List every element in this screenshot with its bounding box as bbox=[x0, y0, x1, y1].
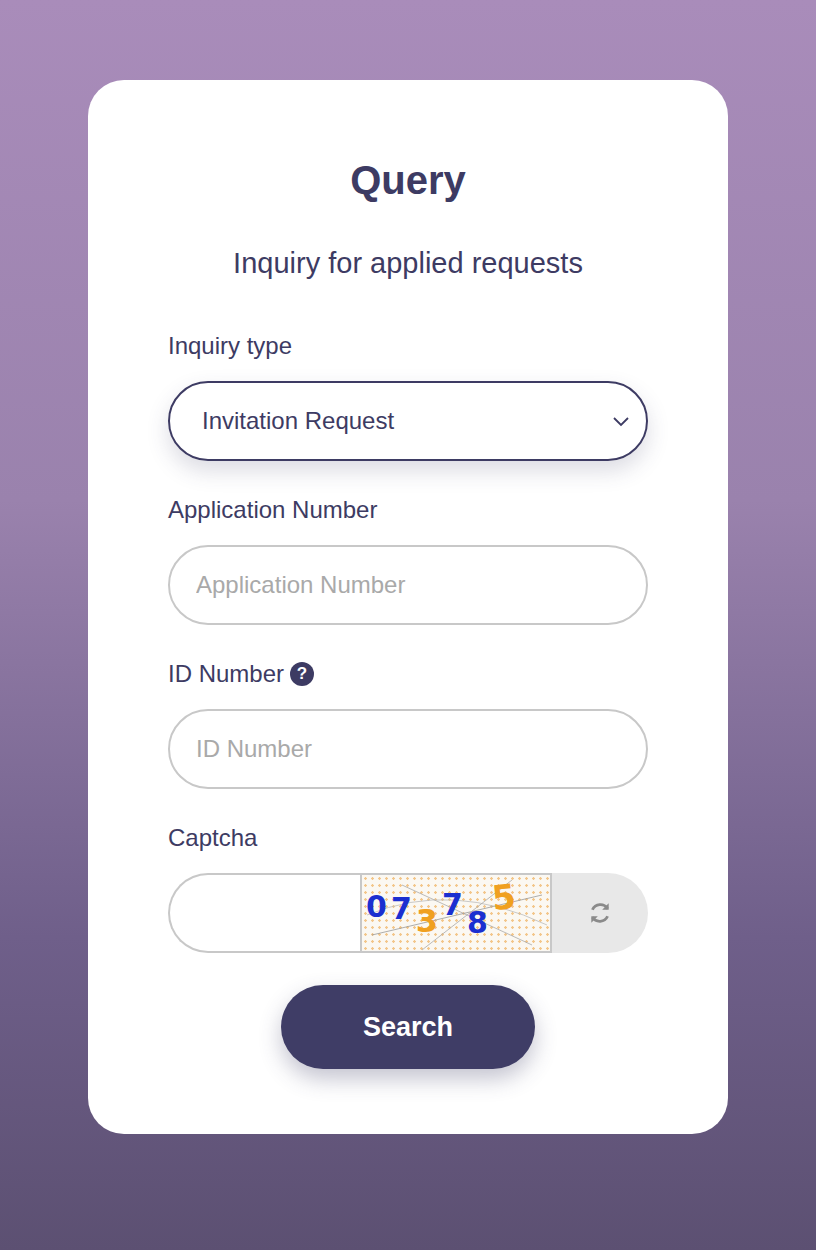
card-title: Query bbox=[168, 155, 648, 205]
application-number-input[interactable] bbox=[168, 545, 648, 625]
captcha-image: 073785 bbox=[360, 873, 552, 953]
captcha-row: 073785 bbox=[168, 873, 648, 953]
id-number-input[interactable] bbox=[168, 709, 648, 789]
captcha-label: Captcha bbox=[168, 823, 648, 853]
card-subtitle: Inquiry for applied requests bbox=[168, 245, 648, 281]
refresh-icon bbox=[587, 900, 613, 926]
captcha-digit: 7 bbox=[442, 890, 463, 920]
page: Query Inquiry for applied requests Inquiry… bbox=[0, 0, 816, 1250]
captcha-field: Captcha073785 bbox=[168, 823, 648, 953]
inquiry-type-value: Invitation Request bbox=[202, 407, 394, 435]
application-number-label: Application Number bbox=[168, 495, 648, 525]
search-button[interactable]: Search bbox=[281, 985, 535, 1069]
chevron-down-icon bbox=[612, 415, 630, 427]
id-number-field: ID Number? bbox=[168, 659, 648, 789]
application-number-field: Application Number bbox=[168, 495, 648, 625]
query-card: Query Inquiry for applied requests Inquiry… bbox=[88, 80, 728, 1134]
captcha-digit: 8 bbox=[467, 908, 488, 938]
captcha-digit: 3 bbox=[416, 905, 438, 937]
help-icon[interactable]: ? bbox=[290, 662, 314, 686]
inquiry-type-label: Inquiry type bbox=[168, 331, 648, 361]
captcha-digit: 0 bbox=[366, 892, 387, 922]
captcha-digit: 7 bbox=[391, 894, 412, 924]
captcha-digit: 5 bbox=[490, 879, 517, 915]
inquiry-type-select[interactable]: Invitation Request bbox=[168, 381, 648, 461]
captcha-input[interactable] bbox=[168, 873, 360, 953]
id-number-label: ID Number? bbox=[168, 659, 648, 689]
inquiry-type-field: Inquiry type Invitation Request bbox=[168, 331, 648, 461]
refresh-captcha-button[interactable] bbox=[552, 873, 648, 953]
